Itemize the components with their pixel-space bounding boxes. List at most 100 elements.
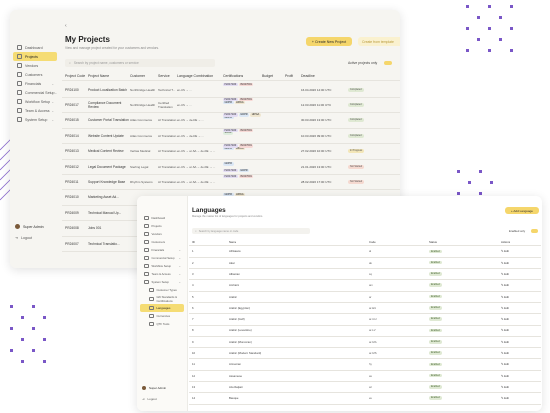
column-header[interactable]: Code	[369, 240, 376, 244]
edit-button[interactable]: ✎ Edit	[501, 374, 509, 378]
edit-button[interactable]: ✎ Edit	[501, 317, 509, 321]
column-header[interactable]: Profit	[285, 74, 293, 78]
edit-button[interactable]: ✎ Edit	[501, 351, 509, 355]
logout-button[interactable]: ⇥ Logout	[142, 397, 157, 401]
sidebar-item-system-setup[interactable]: System Setup ⌄	[13, 115, 57, 124]
sidebar-item-label: Currencies	[156, 314, 171, 318]
search-input[interactable]: ⌕ Search by project name, customers or s…	[65, 59, 215, 67]
table-row[interactable]: 14 Basque eu Enabled ✎ Edit	[189, 393, 541, 405]
create-from-template-button[interactable]: Create from template	[358, 37, 400, 46]
column-header[interactable]: Project Code	[65, 74, 85, 78]
table-row[interactable]: 1 Afrikaans af Enabled ✎ Edit	[189, 246, 541, 258]
edit-button[interactable]: ✎ Edit	[501, 306, 509, 310]
sidebar-item-financials[interactable]: Financials ⌄	[13, 79, 57, 88]
financials-icon	[17, 81, 22, 86]
table-row[interactable]: 7 Arabic (Gulf) ar-GU Enabled ✎ Edit	[189, 314, 541, 326]
edit-button[interactable]: ✎ Edit	[501, 272, 509, 276]
status-badge: Not Started	[348, 179, 365, 184]
cell-name: Armenian	[229, 362, 241, 367]
certification-badge: ISO17100	[223, 128, 238, 133]
sidebar-item-gift-standards-certifications[interactable]: Gift Standards & Certifications	[140, 294, 184, 304]
table-row[interactable]: 13 Azerbaijani az Enabled ✎ Edit	[189, 382, 541, 394]
table-row[interactable]: 12 Assamese as Enabled ✎ Edit	[189, 370, 541, 383]
sidebar-item-workflow-setup[interactable]: Workflow Setup ⌄	[140, 262, 184, 270]
sidebar-item-system-setup[interactable]: System Setup ⌄	[140, 278, 184, 286]
sidebar-item-dashboard[interactable]: Dashboard	[140, 214, 184, 222]
edit-label: Edit	[504, 294, 509, 299]
sidebar-item-label: Projects	[151, 224, 162, 228]
column-header[interactable]: Status	[429, 240, 437, 244]
active-toggle[interactable]	[384, 61, 392, 65]
table-row[interactable]: 8 Arabic (Levantine) ar-LV Enabled ✎ Edit	[189, 325, 541, 337]
edit-button[interactable]: ✎ Edit	[501, 249, 509, 253]
sidebar-item-dashboard[interactable]: Dashboard	[13, 43, 57, 52]
user-profile[interactable]: Super Admin	[15, 224, 44, 229]
sidebar-item-projects[interactable]: Projects	[13, 52, 57, 61]
sidebar-item-languages[interactable]: Languages	[140, 304, 184, 312]
table-row[interactable]: 10 Arabic (Modern Standard) ar-MS Enabled ✎ …	[189, 348, 541, 360]
edit-button[interactable]: ✎ Edit	[501, 340, 509, 344]
table-row[interactable]: PR24011 Support Knowledge Base Rhythm Syst…	[62, 174, 400, 197]
column-header[interactable]: ID	[192, 240, 195, 244]
status-badge: Completed	[348, 102, 364, 107]
user-profile[interactable]: Super Admin	[142, 386, 166, 390]
sidebar-item-qtf-tools[interactable]: QTF Tools	[140, 320, 184, 328]
sidebar-item-customers[interactable]: Customers	[13, 70, 57, 79]
add-language-button[interactable]: + Add Language	[505, 207, 539, 214]
sidebar-item-currencies[interactable]: Currencies	[140, 312, 184, 320]
cell-code: as	[369, 373, 372, 378]
sidebar-item-vendors[interactable]: Vendors	[140, 230, 184, 238]
logout-button[interactable]: ⇥ Logout	[15, 236, 32, 240]
edit-label: Edit	[504, 339, 509, 344]
sidebar-item-label: Customer Types	[156, 288, 177, 292]
cell-deadline: 12.03.2026 11:00 UTC	[301, 102, 332, 107]
edit-button[interactable]: ✎ Edit	[501, 396, 509, 400]
sidebar-item-workflow-setup[interactable]: Workflow Setup ⌄	[13, 97, 57, 106]
create-project-button[interactable]: + Create New Project	[306, 37, 352, 46]
back-arrow-icon[interactable]: ‹	[65, 23, 67, 29]
sidebar-item-customers[interactable]: Customers	[140, 238, 184, 246]
sidebar-item-commercial-setup[interactable]: Commercial Setup ⌄	[13, 88, 57, 97]
column-header[interactable]: Service	[158, 74, 170, 78]
column-header[interactable]: Language Combination	[177, 74, 213, 78]
cell-name: Compliance Document Review	[88, 100, 122, 109]
column-header[interactable]: Budget	[262, 74, 273, 78]
decorative-dot	[510, 27, 513, 30]
table-row[interactable]: 6 Arabic (Egyptian) ar-EG Enabled ✎ Edit	[189, 303, 541, 315]
edit-button[interactable]: ✎ Edit	[501, 385, 509, 389]
edit-button[interactable]: ✎ Edit	[501, 362, 509, 366]
sidebar-item-financials[interactable]: Financials ⌄	[140, 246, 184, 254]
sidebar-item-vendors[interactable]: Vendors	[13, 61, 57, 70]
edit-button[interactable]: ✎ Edit	[501, 295, 509, 299]
sidebar-item-team-access[interactable]: Team & Access ⌄	[140, 270, 184, 278]
enabled-toggle[interactable]	[531, 229, 538, 233]
edit-button[interactable]: ✎ Edit	[501, 328, 509, 332]
decorative-dot	[43, 360, 46, 363]
column-header[interactable]: Actions	[501, 240, 510, 244]
edit-button[interactable]: ✎ Edit	[501, 283, 509, 287]
certification-badge: ISO27001	[238, 174, 254, 179]
sidebar-item-commercial-setup[interactable]: Commercial Setup ⌄	[140, 254, 184, 262]
table-row[interactable]: 9 Arabic (Moroccan) ar-MA Enabled ✎ Edit	[189, 336, 541, 349]
table-row[interactable]: 11 Armenian hy Enabled ✎ Edit	[189, 359, 541, 371]
column-header[interactable]: Project Name	[88, 74, 109, 78]
cell-name: Arabic (Gulf)	[229, 317, 245, 322]
table-row[interactable]: 4 Amharic am Enabled ✎ Edit	[189, 280, 541, 292]
table-row[interactable]: 3 Albanian sq Enabled ✎ Edit	[189, 269, 541, 281]
column-header[interactable]: Customer	[130, 74, 145, 78]
sidebar-item-team-access[interactable]: Team & Access ⌄	[13, 106, 57, 115]
table-row[interactable]: 2 Akan ak Enabled ✎ Edit	[189, 257, 541, 270]
column-header[interactable]: Name	[229, 240, 236, 244]
search-input[interactable]: ⌕ Search by language name or code	[192, 228, 310, 234]
decorative-dot	[457, 192, 460, 195]
table-row[interactable]: 5 Arabic ar Enabled ✎ Edit	[189, 291, 541, 303]
edit-button[interactable]: ✎ Edit	[501, 261, 509, 265]
decorative-dot	[468, 181, 471, 184]
column-header[interactable]: Deadline	[301, 74, 315, 78]
decorative-dot	[477, 16, 480, 19]
sidebar-item-projects[interactable]: Projects	[140, 222, 184, 230]
cell-name: Amharic	[229, 283, 240, 288]
sidebar-item-customer-types[interactable]: Customer Types	[140, 286, 184, 294]
decorative-dot	[21, 360, 24, 363]
certification-badge: ISO17100	[223, 97, 238, 102]
